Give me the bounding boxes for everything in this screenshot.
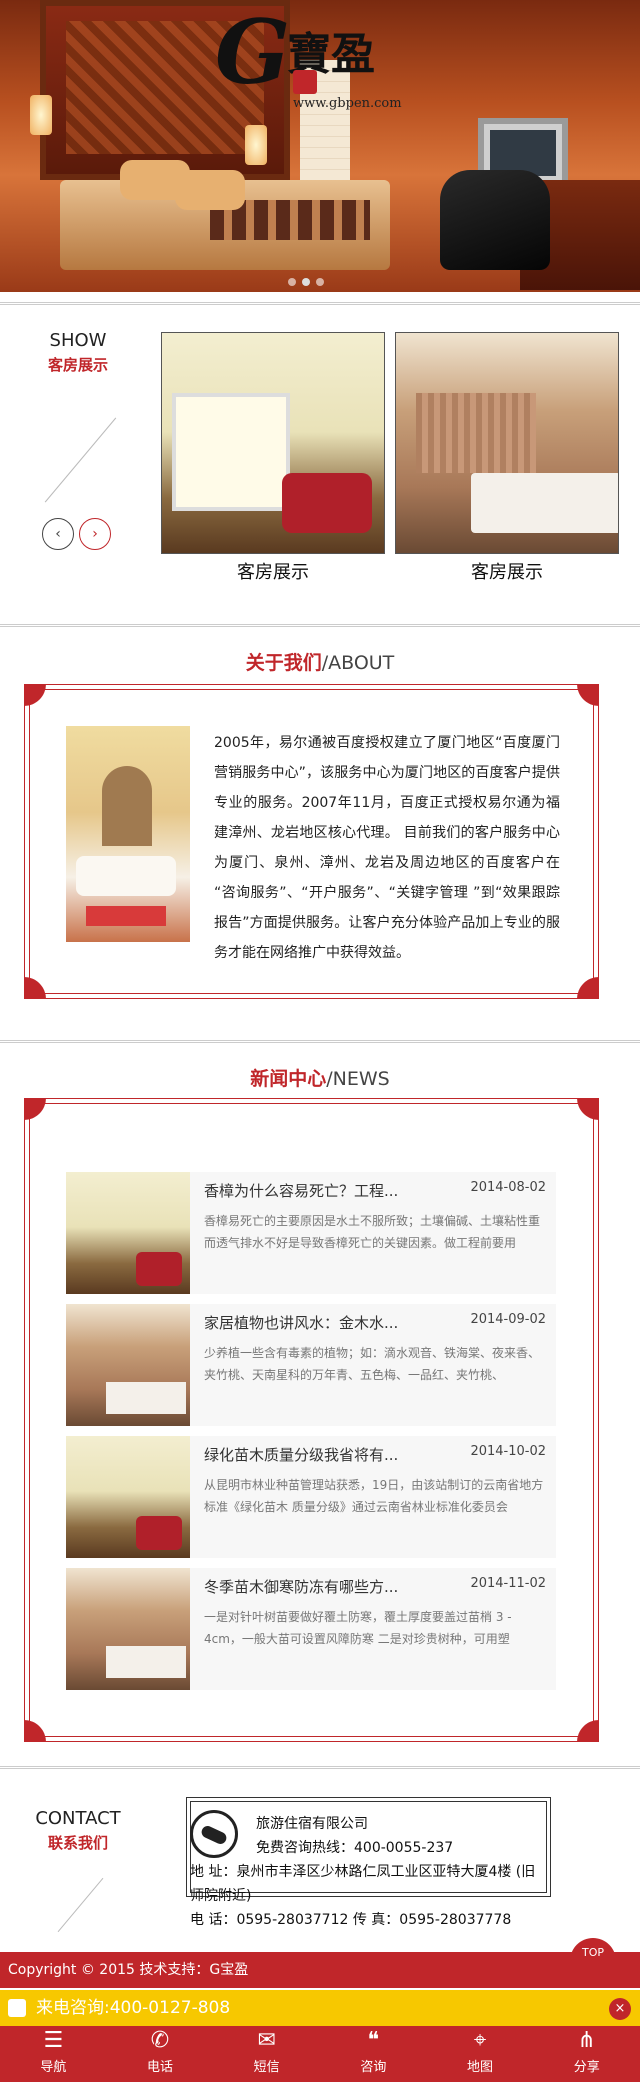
news-title[interactable]: 冬季苗木御寒防冻有哪些方... xyxy=(204,1576,424,1597)
pagination-dot[interactable] xyxy=(316,278,324,286)
lamp-left xyxy=(30,95,52,135)
nav-item-sms[interactable]: ✉ 短信 xyxy=(213,2026,320,2082)
news-summary: 香樟易死亡的主要原因是水土不服所致；土壤偏碱、土壤粘性重而透气排水不好是导致香樟… xyxy=(204,1214,541,1250)
contact-phone[interactable]: 电 话：0595-28037712 传 真：0595-28037778 xyxy=(190,1908,511,1932)
banner-pagination xyxy=(288,278,324,286)
news-item[interactable]: 冬季苗木御寒防冻有哪些方... 2014-11-02 一是对针叶树苗要做好覆土防… xyxy=(66,1568,556,1690)
nav-label: 导航 xyxy=(40,2060,67,2075)
company-name: 旅游住宿有限公司 xyxy=(256,1816,368,1832)
news-item[interactable]: 香樟为什么容易死亡？工程... 2014-08-02 香樟易死亡的主要原因是水土… xyxy=(66,1172,556,1294)
lamp-right xyxy=(245,125,267,165)
back-to-top-button[interactable]: TOP xyxy=(570,1938,616,1984)
news-heading: 新闻中心/NEWS xyxy=(0,1064,640,1091)
contact-title-cn: 联系我们 xyxy=(47,1834,108,1852)
chair-image xyxy=(440,170,550,270)
room-caption[interactable]: 客房展示 xyxy=(395,558,619,584)
phone-icon xyxy=(190,1810,238,1858)
room-image[interactable] xyxy=(161,332,385,554)
divider xyxy=(0,624,640,627)
pagination-dot-active[interactable] xyxy=(302,278,310,286)
hotline-bar[interactable]: 来电咨询:400-0127-808 × xyxy=(0,1990,640,2026)
footer-copyright: Copyright © 2015 技术支持：G宝盈 xyxy=(0,1952,640,1988)
contact-heading: CONTACT 联系我们 xyxy=(23,1808,133,1853)
news-title-cn[interactable]: 新闻中心 xyxy=(250,1068,326,1090)
news-date: 2014-11-02 xyxy=(470,1576,546,1591)
prev-arrow-icon[interactable]: ‹ xyxy=(42,518,74,550)
room-card[interactable]: 客房展示 xyxy=(395,332,619,584)
show-title-cn: 客房展示 xyxy=(47,356,108,374)
about-title-cn[interactable]: 关于我们 xyxy=(246,652,322,674)
show-heading: SHOW 客房展示 xyxy=(23,330,133,375)
diagonal-line xyxy=(57,1877,104,1933)
divider xyxy=(0,1766,640,1769)
nav-item-share[interactable]: ⋔ 分享 xyxy=(533,2026,640,2082)
close-icon[interactable]: × xyxy=(609,1998,631,2020)
logo-seal-icon xyxy=(293,70,317,94)
divider xyxy=(0,302,640,305)
news-title[interactable]: 家居植物也讲风水：金木水... xyxy=(204,1312,424,1333)
news-date: 2014-09-02 xyxy=(470,1312,546,1327)
about-title-en: /ABOUT xyxy=(321,652,395,674)
pagination-dot[interactable] xyxy=(288,278,296,286)
news-summary: 从昆明市林业种苗管理站获悉，19日，由该站制订的云南省地方标准《绿化苗木 质量分… xyxy=(204,1478,544,1514)
nav-item-map[interactable]: ⌖ 地图 xyxy=(427,2026,534,2082)
nav-item-menu[interactable]: ☰ 导航 xyxy=(0,2026,107,2082)
show-title-en: SHOW xyxy=(49,330,107,351)
hotline-icon xyxy=(8,1999,26,2017)
logo-url: www.gbpen.com xyxy=(293,96,402,111)
hotline-label[interactable]: 来电咨询:400-0127-808 xyxy=(36,1998,230,2018)
contact-title-en: CONTACT xyxy=(35,1808,121,1829)
divider xyxy=(0,1040,640,1043)
news-title[interactable]: 香樟为什么容易死亡？工程... xyxy=(204,1180,424,1201)
news-thumbnail[interactable] xyxy=(66,1304,190,1426)
news-date: 2014-10-02 xyxy=(470,1444,546,1459)
nav-label: 分享 xyxy=(573,2060,600,2075)
news-thumbnail[interactable] xyxy=(66,1436,190,1558)
news-summary: 少养植一些含有毒素的植物；如：滴水观音、铁海棠、夜来香、夹竹桃、天南星科的万年青… xyxy=(204,1346,541,1382)
room-image[interactable] xyxy=(395,332,619,554)
news-title-en: /NEWS xyxy=(326,1068,390,1090)
hero-banner[interactable]: G 寶盈 www.gbpen.com xyxy=(0,0,640,292)
chat-icon: ❝ xyxy=(367,2028,380,2053)
about-heading: 关于我们/ABOUT xyxy=(0,648,640,675)
news-thumbnail[interactable] xyxy=(66,1568,190,1690)
nav-item-consult[interactable]: ❝ 咨询 xyxy=(320,2026,427,2082)
bottom-nav: ☰ 导航 ✆ 电话 ✉ 短信 ❝ 咨询 ⌖ 地图 ⋔ 分享 xyxy=(0,2026,640,2082)
contact-hotline[interactable]: 免费咨询热线：400-0055-237 xyxy=(256,1836,453,1860)
pillow xyxy=(175,170,245,210)
logo-letter: G xyxy=(215,0,291,104)
diagonal-line xyxy=(44,417,117,503)
site-logo[interactable]: G 寶盈 www.gbpen.com xyxy=(215,8,420,114)
news-summary: 一是对针叶树苗要做好覆土防寒，覆土厚度要盖过苗梢 3 - 4cm，一般大苗可设置… xyxy=(204,1610,512,1646)
nav-label: 电话 xyxy=(147,2060,174,2075)
contact-address: 地 址：泉州市丰泽区少林路仁凤工业区亚特大厦4楼 (旧师院附近) xyxy=(190,1864,536,1904)
news-item[interactable]: 家居植物也讲风水：金木水... 2014-09-02 少养植一些含有毒素的植物；… xyxy=(66,1304,556,1426)
room-card[interactable]: 客房展示 xyxy=(161,332,385,584)
news-date: 2014-08-02 xyxy=(470,1180,546,1195)
news-item[interactable]: 绿化苗木质量分级我省将有... 2014-10-02 从昆明市林业种苗管理站获悉… xyxy=(66,1436,556,1558)
menu-icon: ☰ xyxy=(43,2028,64,2053)
share-icon: ⋔ xyxy=(577,2028,596,2053)
nav-item-phone[interactable]: ✆ 电话 xyxy=(107,2026,214,2082)
news-thumbnail[interactable] xyxy=(66,1172,190,1294)
nav-label: 短信 xyxy=(253,2060,280,2075)
room-caption[interactable]: 客房展示 xyxy=(161,558,385,584)
nav-label: 咨询 xyxy=(360,2060,387,2075)
nav-label: 地图 xyxy=(467,2060,494,2075)
next-arrow-icon[interactable]: › xyxy=(79,518,111,550)
about-text: 2005年，易尔通被百度授权建立了厦门地区“百度厦门营销服务中心”，该服务中心为… xyxy=(214,735,560,961)
envelope-icon: ✉ xyxy=(257,2028,276,2053)
about-image xyxy=(66,726,190,942)
news-title[interactable]: 绿化苗木质量分级我省将有... xyxy=(204,1444,424,1465)
phone-icon: ✆ xyxy=(150,2028,170,2053)
map-pin-icon: ⌖ xyxy=(473,2028,487,2053)
